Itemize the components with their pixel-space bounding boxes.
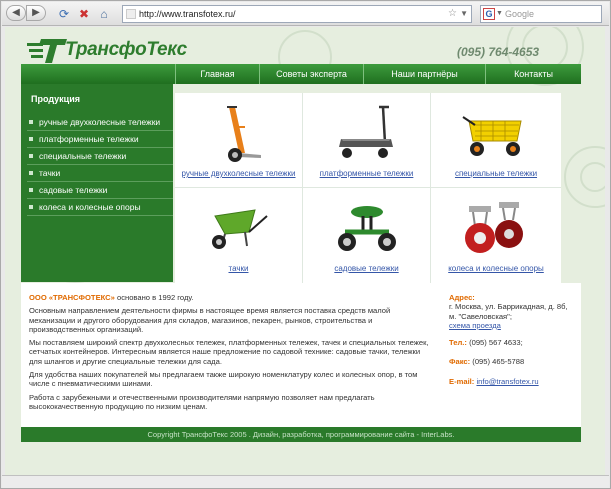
site-footer: Copyright ТрансфоТекс 2005 . Дизайн, раз… <box>21 427 581 442</box>
address-bar[interactable]: http://www.transfotex.ru/ ☆ ▼ <box>122 5 472 23</box>
product-label[interactable]: ручные двухколесные тележки <box>175 169 302 178</box>
url-text: http://www.transfotex.ru/ <box>139 9 236 19</box>
product-grid: ручные двухколесные тележки платформенны… <box>175 93 561 283</box>
bullet-icon <box>29 171 33 175</box>
product-card-wheels-castors[interactable]: колеса и колесные опоры <box>431 188 561 283</box>
company-name: ООО «ТРАНСФОТЕКС» <box>29 293 115 302</box>
hand-truck-image <box>227 106 261 162</box>
sidebar-item-wheelbarrows[interactable]: тачки <box>27 165 173 182</box>
search-dropdown-icon[interactable]: ▼ <box>496 6 503 22</box>
page-viewport: ТрансфоТекс (095) 764-4653 Главная Совет… <box>5 27 605 475</box>
fax-label: Факс: <box>449 357 471 367</box>
back-button[interactable]: ◀ <box>6 5 26 21</box>
sidebar-title: Продукция <box>31 94 80 104</box>
sidebar-item-platform-trucks[interactable]: платформенные тележки <box>27 131 173 148</box>
search-placeholder: Google <box>505 9 535 19</box>
nav-partners[interactable]: Наши партнёры <box>363 64 485 84</box>
browser-statusbar <box>2 475 609 488</box>
product-label[interactable]: колеса и колесные опоры <box>431 264 561 273</box>
product-label[interactable]: садовые тележки <box>303 264 430 273</box>
header-phone: (095) 764-4653 <box>457 45 540 59</box>
browser-window: ◀ ▶ ⟳ ✖ ⌂ http://www.transfotex.ru/ ☆ ▼ … <box>0 0 611 489</box>
sidebar-item-label: садовые тележки <box>39 185 108 195</box>
logo-mark-icon <box>27 39 67 63</box>
about-paragraph-3: Для удобства наших покупателей мы предла… <box>29 370 418 389</box>
content-area: ООО «ТРАНСФОТЕКС» основано в 1992 году. … <box>21 283 581 427</box>
product-card-hand-trucks[interactable]: ручные двухколесные тележки <box>175 93 303 188</box>
map-link[interactable]: схема проезда <box>449 321 577 330</box>
wheelbarrow-image <box>212 209 268 249</box>
email-link[interactable]: info@transfotex.ru <box>476 377 538 386</box>
about-paragraph-1: Основным направлением деятельности фирмы… <box>29 306 391 334</box>
google-icon[interactable]: G <box>483 8 495 20</box>
bullet-icon <box>29 120 33 124</box>
product-label[interactable]: специальные тележки <box>431 169 561 178</box>
product-card-garden-carts[interactable]: садовые тележки <box>303 188 431 283</box>
home-icon[interactable]: ⌂ <box>96 6 112 22</box>
garden-cart-image <box>338 206 396 251</box>
bookmark-star-icon[interactable]: ☆ <box>448 6 457 22</box>
contacts-block: Адрес: г. Москва, ул. Баррикадная, д. 8б… <box>449 293 577 386</box>
product-card-special-trucks[interactable]: специальные тележки <box>431 93 561 188</box>
founded-text: основано в 1992 году. <box>117 293 194 302</box>
stop-icon[interactable]: ✖ <box>76 6 92 22</box>
reload-icon[interactable]: ⟳ <box>56 6 72 22</box>
sidebar-item-label: тачки <box>39 168 61 178</box>
intro-paragraph: ООО «ТРАНСФОТЕКС» основано в 1992 году. <box>29 293 429 302</box>
special-truck-image <box>462 116 522 156</box>
search-input[interactable]: G ▼ Google <box>480 5 602 23</box>
product-card-platform-trucks[interactable]: платформенные тележки <box>303 93 431 188</box>
bullet-icon <box>29 188 33 192</box>
nav-expert-tips[interactable]: Советы эксперта <box>259 64 363 84</box>
logo-text: ТрансфоТекс <box>65 39 187 60</box>
sidebar-item-label: колеса и колесные опоры <box>39 202 141 212</box>
nav-home[interactable]: Главная <box>175 64 259 84</box>
platform-truck-image <box>339 105 393 158</box>
fax-line: Факс: (095) 465-5788 <box>449 357 577 366</box>
sidebar-item-garden-carts[interactable]: садовые тележки <box>27 182 173 199</box>
tel-label: Тел.: <box>449 338 467 348</box>
about-paragraph-2: Мы поставляем широкий спектр двухколесны… <box>29 338 429 366</box>
sidebar-item-label: платформенные тележки <box>39 134 139 144</box>
forward-button[interactable]: ▶ <box>26 5 46 21</box>
bullet-icon <box>29 137 33 141</box>
bullet-icon <box>29 154 33 158</box>
castor-wheels-image <box>465 202 523 253</box>
bullet-icon <box>29 205 33 209</box>
favicon-icon <box>126 9 136 19</box>
fax-value: (095) 465-5788 <box>472 357 525 367</box>
product-label[interactable]: платформенные тележки <box>303 169 430 178</box>
company-description: ООО «ТРАНСФОТЕКС» основано в 1992 году. … <box>29 293 429 415</box>
about-paragraph-4: Работа с зарубежными и отечественными пр… <box>29 392 375 411</box>
sidebar-item-wheels-castors[interactable]: колеса и колесные опоры <box>27 199 173 216</box>
product-card-wheelbarrows[interactable]: тачки <box>175 188 303 283</box>
top-navigation: Главная Советы эксперта Наши партнёры Ко… <box>21 64 581 84</box>
product-sidebar: Продукция ручные двухколесные тележки пл… <box>21 84 173 282</box>
sidebar-item-special-trucks[interactable]: специальные тележки <box>27 148 173 165</box>
email-line: E-mail: info@transfotex.ru <box>449 377 577 386</box>
url-dropdown-icon[interactable]: ▼ <box>460 6 468 22</box>
sidebar-item-label: специальные тележки <box>39 151 127 161</box>
sidebar-item-hand-trucks[interactable]: ручные двухколесные тележки <box>27 114 173 131</box>
sidebar-item-label: ручные двухколесные тележки <box>39 117 161 127</box>
email-label: E-mail: <box>449 376 475 386</box>
nav-contacts[interactable]: Контакты <box>485 64 581 84</box>
tel-value: (095) 567 4633; <box>469 338 523 348</box>
address-text: г. Москва, ул. Баррикадная, д. 8б, м. "С… <box>449 302 568 321</box>
address-label: Адрес: <box>449 293 475 302</box>
browser-toolbar: ◀ ▶ ⟳ ✖ ⌂ http://www.transfotex.ru/ ☆ ▼ … <box>2 2 609 26</box>
product-label[interactable]: тачки <box>175 264 302 273</box>
sidebar-list: ручные двухколесные тележки платформенны… <box>27 114 173 216</box>
tel-line: Тел.: (095) 567 4633; <box>449 338 577 347</box>
